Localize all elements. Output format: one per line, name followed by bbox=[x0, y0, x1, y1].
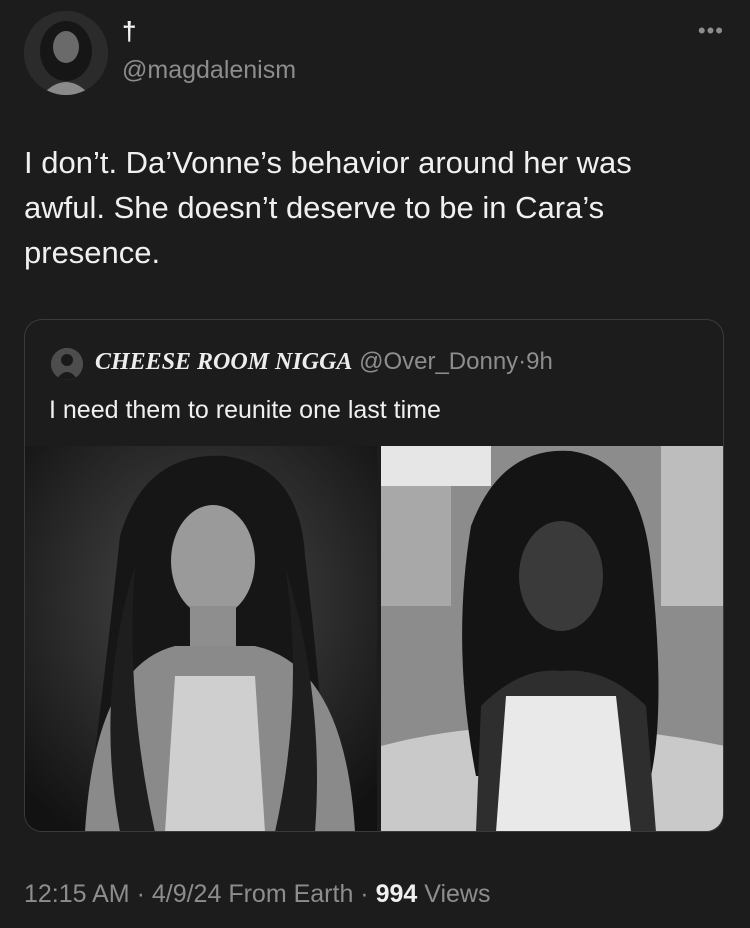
views-label: Views bbox=[424, 880, 491, 908]
tweet-text: I don’t. Da’Vonne’s behavior around her … bbox=[24, 145, 632, 270]
quoted-text: I need them to reunite one last time bbox=[49, 396, 441, 424]
quoted-handle[interactable]: @Over_Donny bbox=[359, 348, 518, 375]
quoted-meta: CHEESE ROOM NIGGA @Over_Donny·9h bbox=[95, 348, 553, 376]
more-options-icon[interactable]: ••• bbox=[698, 18, 724, 44]
post-date[interactable]: 4/9/24 bbox=[152, 880, 222, 908]
author-display-name[interactable]: † bbox=[122, 16, 136, 47]
meta-separator: · bbox=[518, 348, 527, 375]
quoted-image-right[interactable] bbox=[381, 446, 723, 831]
quoted-display-name[interactable]: CHEESE ROOM NIGGA bbox=[95, 349, 352, 375]
post-time[interactable]: 12:15 AM bbox=[24, 880, 130, 908]
author-avatar[interactable] bbox=[24, 11, 108, 95]
post-source: From Earth bbox=[228, 880, 354, 908]
tweet-footer: 12:15 AM · 4/9/24 From Earth · 994 Views bbox=[24, 880, 491, 908]
quoted-tweet-card[interactable]: CHEESE ROOM NIGGA @Over_Donny·9h I need … bbox=[24, 319, 724, 832]
quoted-image-left[interactable] bbox=[25, 446, 377, 831]
quoted-time[interactable]: 9h bbox=[526, 348, 553, 375]
author-handle[interactable]: @magdalenism bbox=[122, 56, 296, 85]
quoted-author-avatar[interactable] bbox=[51, 348, 83, 380]
views-count[interactable]: 994 bbox=[376, 880, 418, 908]
